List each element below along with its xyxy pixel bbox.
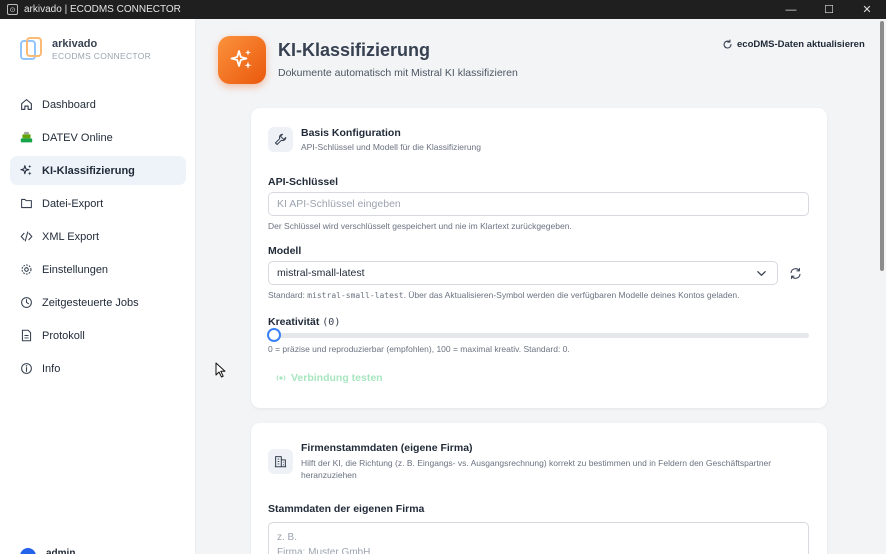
scrollbar-thumb[interactable]: [880, 21, 884, 271]
clock-icon: [19, 296, 33, 310]
home-icon: [19, 98, 33, 112]
model-hint-suffix: . Über das Aktualisieren-Symbol werden d…: [403, 290, 740, 300]
creativity-slider-thumb[interactable]: [267, 328, 281, 342]
sparkles-icon: [19, 164, 33, 178]
model-select[interactable]: mistral-small-latest: [268, 261, 778, 285]
code-icon: [19, 230, 33, 244]
company-data-card: Firmenstammdaten (eigene Firma) Hilft de…: [251, 423, 827, 554]
sidebar-item-zeitgesteuerte-jobs[interactable]: Zeitgesteuerte Jobs: [10, 288, 186, 317]
basis-config-card: Basis Konfiguration API-Schlüssel und Mo…: [251, 108, 827, 408]
sidebar-item-info[interactable]: Info: [10, 354, 186, 383]
test-connection-button[interactable]: Verbindung testen: [268, 367, 391, 389]
sidebar-item-datev-online[interactable]: DATEV Online: [10, 123, 186, 152]
sidebar-item-label: Zeitgesteuerte Jobs: [42, 296, 139, 309]
window-controls: — ☐ ✕: [772, 0, 886, 19]
info-icon: [19, 362, 33, 376]
api-key-hint: Der Schlüssel wird verschlüsselt gespeic…: [268, 221, 572, 231]
wrench-icon: [268, 127, 293, 152]
sidebar-nav: Dashboard DATEV Online KI-Klassifizierun…: [10, 90, 186, 387]
creativity-hint: 0 = präzise und reproduzierbar (empfohle…: [268, 344, 570, 354]
model-hint: Standard: mistral-small-latest. Über das…: [268, 290, 740, 300]
test-connection-label: Verbindung testen: [291, 372, 383, 384]
company-data-textarea[interactable]: z. B. Firma: Muster GmbH: [268, 522, 809, 554]
scrollbar[interactable]: [877, 19, 886, 554]
sidebar-item-protokoll[interactable]: Protokoll: [10, 321, 186, 350]
creativity-label: Kreativität (0): [268, 316, 340, 328]
refresh-label: ecoDMS-Daten aktualisieren: [737, 39, 865, 50]
card-title: Basis Konfiguration: [301, 127, 401, 139]
refresh-icon: [723, 39, 732, 49]
mouse-cursor-icon: [215, 362, 226, 378]
connection-icon: [276, 375, 286, 381]
textarea-placeholder-line: z. B.: [277, 532, 298, 543]
avatar[interactable]: [20, 548, 36, 554]
creativity-value: (0): [322, 317, 341, 328]
sidebar-item-label: Info: [42, 362, 61, 375]
brand-name: arkivado: [52, 37, 98, 50]
datev-icon: [19, 131, 33, 145]
card-title: Firmenstammdaten (eigene Firma): [301, 442, 473, 454]
sidebar-item-dashboard[interactable]: Dashboard: [10, 90, 186, 119]
brand[interactable]: arkivado ECODMS CONNECTOR: [20, 37, 151, 61]
sidebar-item-label: Datei-Export: [42, 197, 104, 210]
chevron-down-icon: [757, 271, 766, 276]
model-selected-value: mistral-small-latest: [277, 267, 365, 279]
refresh-models-button[interactable]: [787, 265, 803, 281]
textarea-placeholder-line: Firma: Muster GmbH: [277, 547, 371, 554]
model-label: Modell: [268, 245, 302, 257]
brand-subtitle: ECODMS CONNECTOR: [52, 50, 152, 61]
card-description: Hilft der KI, die Richtung (z. B. Eingan…: [301, 458, 772, 480]
creativity-label-text: Kreativität: [268, 316, 320, 328]
api-key-label: API-Schlüssel: [268, 176, 339, 188]
refresh-ecodms-button[interactable]: ecoDMS-Daten aktualisieren: [722, 39, 865, 50]
sparkles-icon: [218, 36, 266, 84]
brand-logo-icon: [20, 37, 42, 60]
sidebar-item-label: XML Export: [42, 230, 100, 243]
sidebar-item-label: Protokoll: [42, 329, 85, 342]
model-hint-prefix: Standard:: [268, 290, 308, 300]
api-key-input[interactable]: [268, 192, 809, 216]
building-icon: [268, 449, 293, 474]
maximize-button[interactable]: ☐: [810, 0, 848, 19]
card-description: API-Schlüssel und Modell für die Klassif…: [301, 142, 482, 152]
user-name: admin: [46, 548, 76, 554]
sidebar-item-label: KI-Klassifizierung: [42, 164, 135, 177]
sidebar-item-einstellungen[interactable]: Einstellungen: [10, 255, 186, 284]
company-data-label: Stammdaten der eigenen Firma: [268, 503, 425, 515]
gear-icon: [19, 263, 33, 277]
close-button[interactable]: ✕: [848, 0, 886, 19]
creativity-slider-track[interactable]: [268, 333, 809, 338]
window-title: arkivado | ECODMS CONNECTOR: [24, 4, 181, 15]
sidebar: arkivado ECODMS CONNECTOR Dashboard DATE…: [0, 19, 196, 554]
sidebar-item-datei-export[interactable]: Datei-Export: [10, 189, 186, 218]
sidebar-item-label: Einstellungen: [42, 263, 109, 276]
app-icon: ⊙: [7, 4, 18, 15]
minimize-button[interactable]: —: [772, 0, 810, 19]
sidebar-item-ki-klassifizierung[interactable]: KI-Klassifizierung: [10, 156, 186, 185]
page-subtitle: Dokumente automatisch mit Mistral KI kla…: [278, 67, 518, 79]
document-icon: [19, 329, 33, 343]
sidebar-item-label: DATEV Online: [42, 131, 113, 144]
page-title: KI-Klassifizierung: [278, 40, 431, 60]
refresh-icon: [790, 267, 800, 279]
file-icon: [19, 197, 33, 211]
sidebar-item-label: Dashboard: [42, 98, 96, 111]
window-titlebar: ⊙ arkivado | ECODMS CONNECTOR — ☐ ✕: [0, 0, 886, 19]
sidebar-item-xml-export[interactable]: XML Export: [10, 222, 186, 251]
model-hint-code: mistral-small-latest: [307, 291, 404, 300]
